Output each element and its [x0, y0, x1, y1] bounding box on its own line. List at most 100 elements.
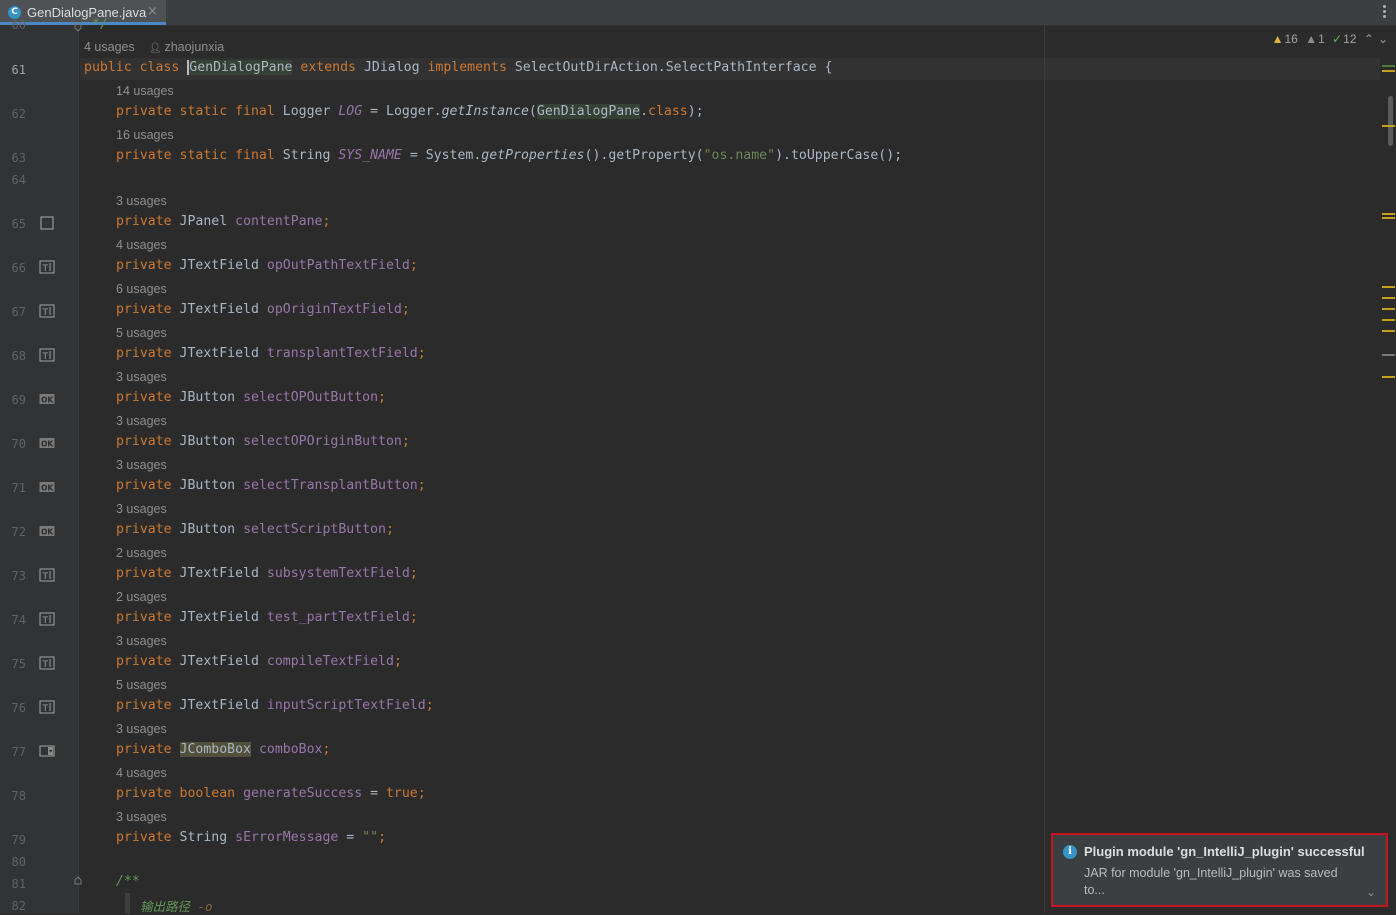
svg-text:OK: OK: [41, 484, 54, 493]
usages-hint[interactable]: 16 usages: [116, 128, 174, 142]
inspection-widget[interactable]: ▲︎16 ▲︎1 ✓︎12 ⌃︎ ⌄: [1268, 32, 1388, 46]
code-editor[interactable]: */ 4 usages 👤︎ zhaojunxia public class Gen…: [80, 17, 1380, 914]
error-stripe[interactable]: [1380, 26, 1396, 914]
field-declaration: private JTextField test_partTextField;: [116, 610, 418, 625]
usages-hint[interactable]: 5 usages: [116, 326, 167, 340]
usages-hint[interactable]: 3 usages: [116, 414, 167, 428]
line-number: 71: [11, 481, 26, 495]
stripe-mark[interactable]: [1382, 376, 1395, 378]
line-number: 66: [11, 261, 26, 275]
textfield-icon[interactable]: T: [39, 304, 55, 318]
usages-hint[interactable]: 3 usages: [116, 634, 167, 648]
svg-text:T: T: [42, 572, 49, 582]
line-number: 82: [11, 899, 26, 913]
field-declaration: private JButton selectScriptButton;: [116, 522, 394, 537]
stripe-mark[interactable]: [1382, 319, 1395, 321]
stripe-mark[interactable]: [1382, 286, 1395, 288]
stripe-mark[interactable]: [1382, 308, 1395, 310]
usages-hint[interactable]: 6 usages: [116, 282, 167, 296]
line-number: 74: [11, 613, 26, 627]
field-declaration: private JButton selectOPOriginButton;: [116, 434, 410, 449]
usages-hint[interactable]: 4 usages: [116, 766, 167, 780]
doc-rendered-bar: [125, 893, 130, 914]
svg-text:OK: OK: [41, 528, 54, 537]
usages-hint[interactable]: 3 usages: [116, 502, 167, 516]
warning-count: 16: [1284, 32, 1298, 46]
button-icon[interactable]: OK: [39, 480, 55, 494]
notification-body[interactable]: JAR for module 'gn_IntelliJ_plugin' was …: [1084, 865, 1354, 899]
chevron-down-icon[interactable]: ⌄: [1366, 885, 1376, 899]
usages-hint[interactable]: 3 usages: [116, 722, 167, 736]
usages-hint[interactable]: 4 usages: [116, 238, 167, 252]
usages-hint[interactable]: 3 usages: [116, 370, 167, 384]
field-declaration: private JTextField subsystemTextField;: [116, 566, 418, 581]
stripe-mark[interactable]: [1382, 354, 1395, 356]
stripe-mark[interactable]: [1382, 70, 1395, 72]
field-declaration: private JComboBox comboBox;: [116, 742, 331, 757]
line-number: 78: [11, 789, 26, 803]
field-declaration: private JTextField opOriginTextField;: [116, 302, 410, 317]
info-icon: i: [1063, 845, 1077, 859]
line-gutter[interactable]: 60 61 62 63 64 65 66 67 68 69 70 71 72 7…: [0, 18, 82, 914]
textfield-icon[interactable]: T: [39, 348, 55, 362]
typo-check-icon: ✓︎: [1332, 32, 1343, 46]
chevron-up-icon: ⌃︎: [1363, 32, 1374, 46]
svg-text:OK: OK: [41, 396, 54, 405]
field-declaration: private JTextField inputScriptTextField;: [116, 698, 434, 713]
author-hint: zhaojunxia: [164, 40, 225, 54]
line-number: 72: [11, 525, 26, 539]
usages-hint[interactable]: 2 usages: [116, 590, 167, 604]
button-icon[interactable]: OK: [39, 524, 55, 538]
button-icon[interactable]: OK: [39, 392, 55, 406]
textfield-icon[interactable]: T: [39, 700, 55, 714]
usages-hint[interactable]: 3 usages: [116, 194, 167, 208]
panel-icon[interactable]: [39, 216, 55, 230]
line-number: 73: [11, 569, 26, 583]
code-line-sysname: private static final String SYS_NAME = S…: [116, 148, 903, 163]
line-number: 62: [11, 107, 26, 121]
usages-hint[interactable]: 3 usages: [116, 458, 167, 472]
svg-text:T: T: [42, 264, 49, 274]
field-declaration: private JButton selectOPOutButton;: [116, 390, 386, 405]
stripe-mark[interactable]: [1382, 65, 1395, 67]
scrollbar-thumb[interactable]: [1388, 96, 1393, 146]
field-declaration: private JPanel contentPane;: [116, 214, 331, 229]
button-icon[interactable]: OK: [39, 436, 55, 450]
warning-icon: ▲︎: [1271, 32, 1284, 46]
field-declaration: private boolean generateSuccess = true;: [116, 786, 426, 801]
notification-balloon[interactable]: i Plugin module 'gn_IntelliJ_plugin' suc…: [1051, 833, 1388, 907]
editor-tab-bar: C GenDialogPane.java ×: [0, 0, 1396, 26]
usages-hint[interactable]: 4 usages 👤︎ zhaojunxia: [84, 40, 224, 54]
svg-text:OK: OK: [41, 440, 54, 449]
textfield-icon[interactable]: T: [39, 656, 55, 670]
line-number: 65: [11, 217, 26, 231]
usages-hint[interactable]: 3 usages: [116, 810, 167, 824]
svg-text:T: T: [42, 308, 49, 318]
field-declaration: private JTextField transplantTextField;: [116, 346, 426, 361]
class-name: GenDialogPane: [187, 60, 293, 75]
stripe-mark[interactable]: [1382, 125, 1395, 127]
line-number: 79: [11, 833, 26, 847]
line-number: 68: [11, 349, 26, 363]
line-number: 81: [11, 877, 26, 891]
combobox-icon[interactable]: [39, 744, 55, 758]
line-number: 67: [11, 305, 26, 319]
field-declaration: private JButton selectTransplantButton;: [116, 478, 426, 493]
usages-hint[interactable]: 14 usages: [116, 84, 174, 98]
stripe-mark[interactable]: [1382, 213, 1395, 215]
textfield-icon[interactable]: T: [39, 260, 55, 274]
ok-count: 12: [1343, 32, 1357, 46]
close-icon[interactable]: ×: [147, 4, 158, 19]
line-number: 60: [11, 18, 26, 32]
line-number: 80: [11, 855, 26, 869]
field-declaration: private JTextField opOutPathTextField;: [116, 258, 418, 273]
textfield-icon[interactable]: T: [39, 612, 55, 626]
stripe-mark[interactable]: [1382, 297, 1395, 299]
line-number: 76: [11, 701, 26, 715]
usages-hint[interactable]: 2 usages: [116, 546, 167, 560]
textfield-icon[interactable]: T: [39, 568, 55, 582]
usages-hint[interactable]: 5 usages: [116, 678, 167, 692]
more-actions-icon[interactable]: [1380, 3, 1388, 21]
stripe-mark[interactable]: [1382, 217, 1395, 219]
stripe-mark[interactable]: [1382, 330, 1395, 332]
